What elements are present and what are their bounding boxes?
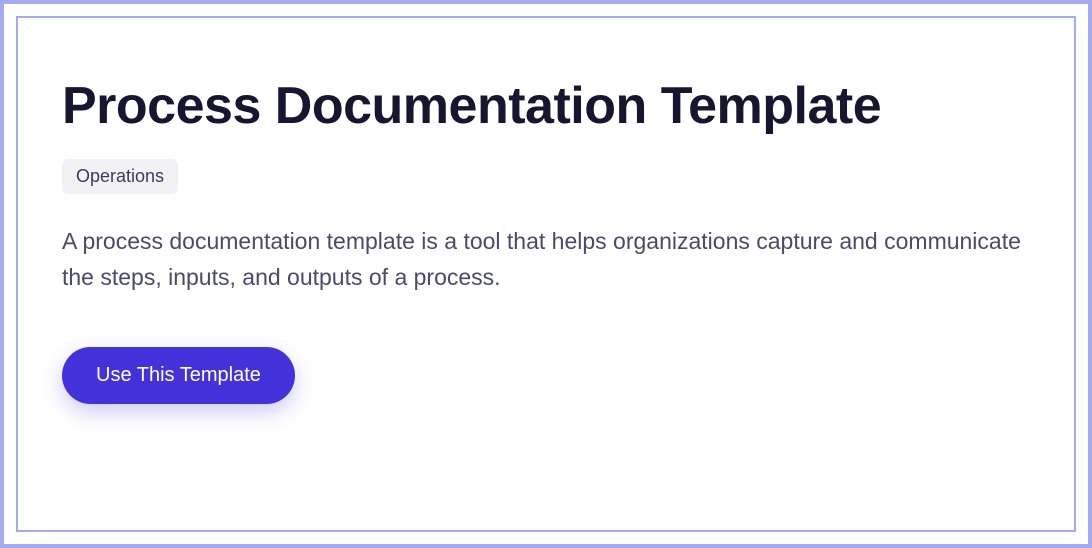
use-template-button[interactable]: Use This Template: [62, 347, 295, 404]
category-tag[interactable]: Operations: [62, 159, 178, 194]
outer-frame: Process Documentation Template Operation…: [0, 0, 1092, 548]
template-description: A process documentation template is a to…: [62, 224, 1034, 295]
page-title: Process Documentation Template: [62, 78, 1034, 135]
inner-frame: Process Documentation Template Operation…: [16, 16, 1076, 532]
